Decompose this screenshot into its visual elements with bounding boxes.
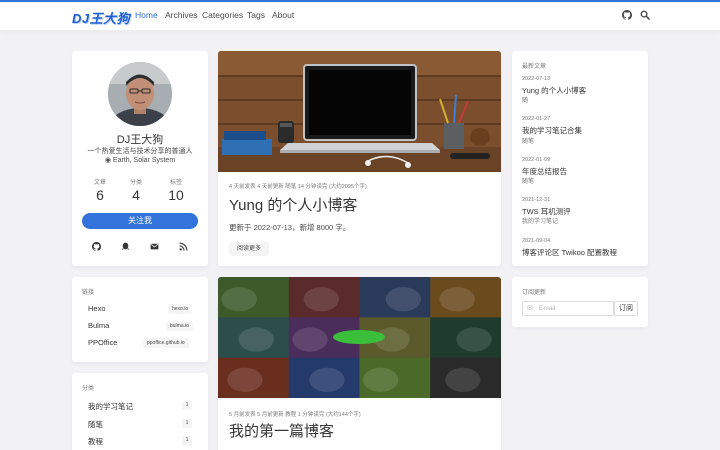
profile-location: ◉ Earth, Solar System <box>72 156 208 164</box>
links-card: 链接 Hexo hexo.io Bulma bulma.io PPOffice … <box>72 277 208 362</box>
nav-categories[interactable]: Categories <box>202 10 243 20</box>
link-url-hexo[interactable]: hexo.io <box>168 304 193 314</box>
link-url-bulma[interactable]: bulma.io <box>166 321 193 331</box>
recent-post-title[interactable]: 博客评论区 Twikoo 配置教程 <box>522 247 617 258</box>
recent-post-date: 2021-12-31 <box>522 197 551 203</box>
nav-about[interactable]: About <box>272 10 294 20</box>
email-icon[interactable] <box>150 242 159 251</box>
profile-name: DJ王大狗 <box>116 134 164 146</box>
stat-label-tags: 标签 <box>169 180 182 186</box>
stat-value-categories[interactable]: 4 <box>121 187 151 203</box>
link-url-ppoffice[interactable]: ppoffice.github.io <box>143 338 189 348</box>
post-title[interactable]: Yung 的个人小博客 <box>229 194 357 215</box>
post-excerpt: 更新于 2022-07-13，新增 8000 字。 <box>229 223 351 232</box>
github-icon[interactable] <box>92 242 101 251</box>
github-icon[interactable] <box>622 10 632 20</box>
recent-post-category[interactable]: 随 <box>522 95 528 104</box>
category-item[interactable]: 我的学习笔记 <box>88 401 133 412</box>
stat-value-tags[interactable]: 10 <box>161 187 191 203</box>
links-title: 链接 <box>82 290 95 296</box>
post-title[interactable]: 我的第一篇博客 <box>229 420 334 441</box>
categories-card: 分类 我的学习笔记 1 随笔 1 教程 1 <box>72 373 208 450</box>
search-icon[interactable] <box>640 10 650 20</box>
nav-tags[interactable]: Tags <box>247 10 265 20</box>
avatar <box>108 62 172 126</box>
recent-post-title[interactable]: Yung 的个人小博客 <box>522 85 586 96</box>
subscribe-card: 订阅更新 ✉ Email 订阅 <box>512 277 648 327</box>
envelope-icon: ✉ <box>527 305 533 312</box>
post-meta: 4 天前发表 4 天前更新 随笔 14 分钟读完 (大约2095个字) <box>229 184 367 190</box>
post-thumbnail-laptop[interactable] <box>218 51 501 172</box>
recent-posts-title: 最新文章 <box>522 64 547 70</box>
recent-post-date: 2022-01-27 <box>522 116 551 122</box>
post-card: 5 月前发表 5 月前更新 教程 1 分钟读完 (大约144个字) 我的第一篇博… <box>218 277 501 450</box>
site-logo[interactable]: DJ王大狗 <box>72 8 130 27</box>
profile-card: DJ王大狗 一个热爱生活与技术分享的普通人 ◉ Earth, Solar Sys… <box>72 51 208 266</box>
navbar: DJ王大狗 Home Archives Categories Tags Abou… <box>0 2 720 30</box>
recent-post-category[interactable]: 我的学习笔记 <box>522 216 558 225</box>
category-count: 1 <box>182 436 192 445</box>
recent-post-category[interactable]: 随笔 <box>522 176 534 185</box>
follow-button[interactable]: 关注我 <box>82 213 198 229</box>
category-count: 1 <box>182 401 192 410</box>
subscribe-title: 订阅更新 <box>522 290 547 296</box>
nav-home[interactable]: Home <box>135 10 158 20</box>
category-item[interactable]: 随笔 <box>88 419 103 430</box>
categories-title: 分类 <box>82 386 95 392</box>
recent-post-date: 2021-09-04 <box>522 238 551 244</box>
stat-label-categories: 分类 <box>129 180 142 186</box>
post-card: 4 天前发表 4 天前更新 随笔 14 分钟读完 (大约2095个字) Yung… <box>218 51 501 266</box>
email-placeholder: Email <box>539 305 556 312</box>
rss-icon[interactable] <box>179 242 188 251</box>
stat-label-posts: 文章 <box>93 180 106 186</box>
nav-archives[interactable]: Archives <box>165 10 198 20</box>
link-item-hexo[interactable]: Hexo <box>88 304 106 313</box>
recent-post-date: 2022-01-09 <box>522 157 551 163</box>
stat-value-posts[interactable]: 6 <box>85 187 115 203</box>
post-meta: 5 月前发表 5 月前更新 教程 1 分钟读完 (大约144个字) <box>229 412 361 418</box>
subscribe-button[interactable]: 订阅 <box>614 301 638 316</box>
profile-bio: 一个热爱生活与技术分享的普通人 <box>87 148 193 155</box>
link-item-bulma[interactable]: Bulma <box>88 321 109 330</box>
read-more-button[interactable]: 阅读更多 <box>229 242 270 256</box>
category-count: 1 <box>182 419 192 428</box>
category-item[interactable]: 教程 <box>88 436 103 447</box>
recent-posts-card: 最新文章 2022-07-13 Yung 的个人小博客 随 2022-01-27… <box>512 51 648 266</box>
map-marker-icon: ◉ <box>104 157 111 164</box>
link-item-ppoffice[interactable]: PPOffice <box>88 338 117 347</box>
recent-post-category[interactable]: 随笔 <box>522 136 534 145</box>
post-thumbnail-collage[interactable] <box>218 277 501 398</box>
profile-location-text: Earth, Solar System <box>112 157 176 164</box>
qq-icon[interactable] <box>121 242 130 251</box>
email-field[interactable]: ✉ Email <box>522 301 614 316</box>
recent-post-date: 2022-07-13 <box>522 76 551 82</box>
recent-post-title[interactable]: 我的学习笔记合集 <box>522 125 582 136</box>
